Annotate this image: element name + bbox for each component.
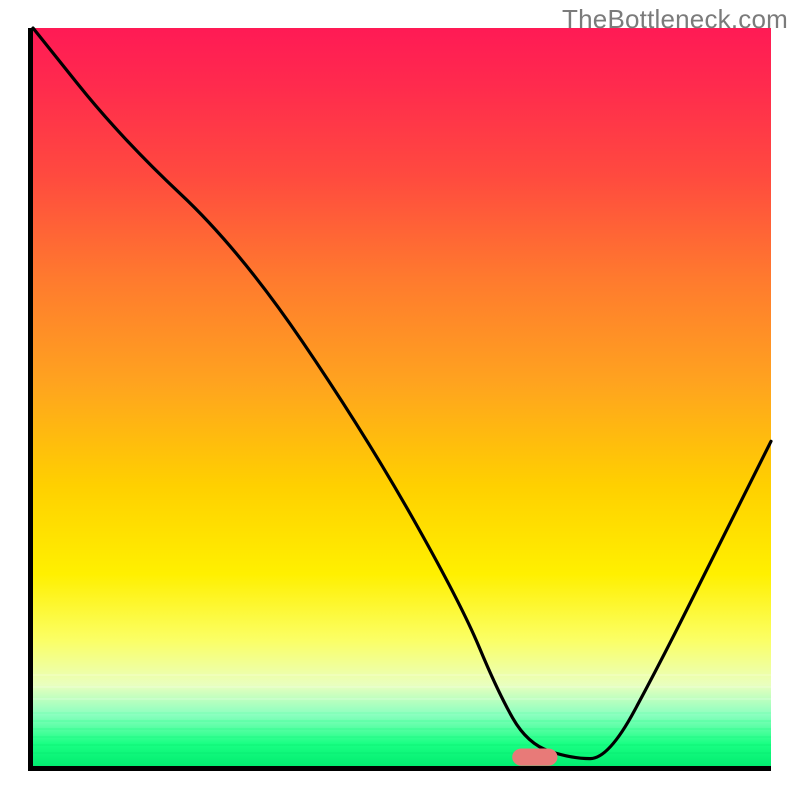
optimal-point-marker [513,749,557,765]
chart-svg-overlay [33,28,771,766]
watermark-text: TheBottleneck.com [562,4,788,35]
bottleneck-curve [33,28,771,759]
chart-plot-area [28,28,771,771]
